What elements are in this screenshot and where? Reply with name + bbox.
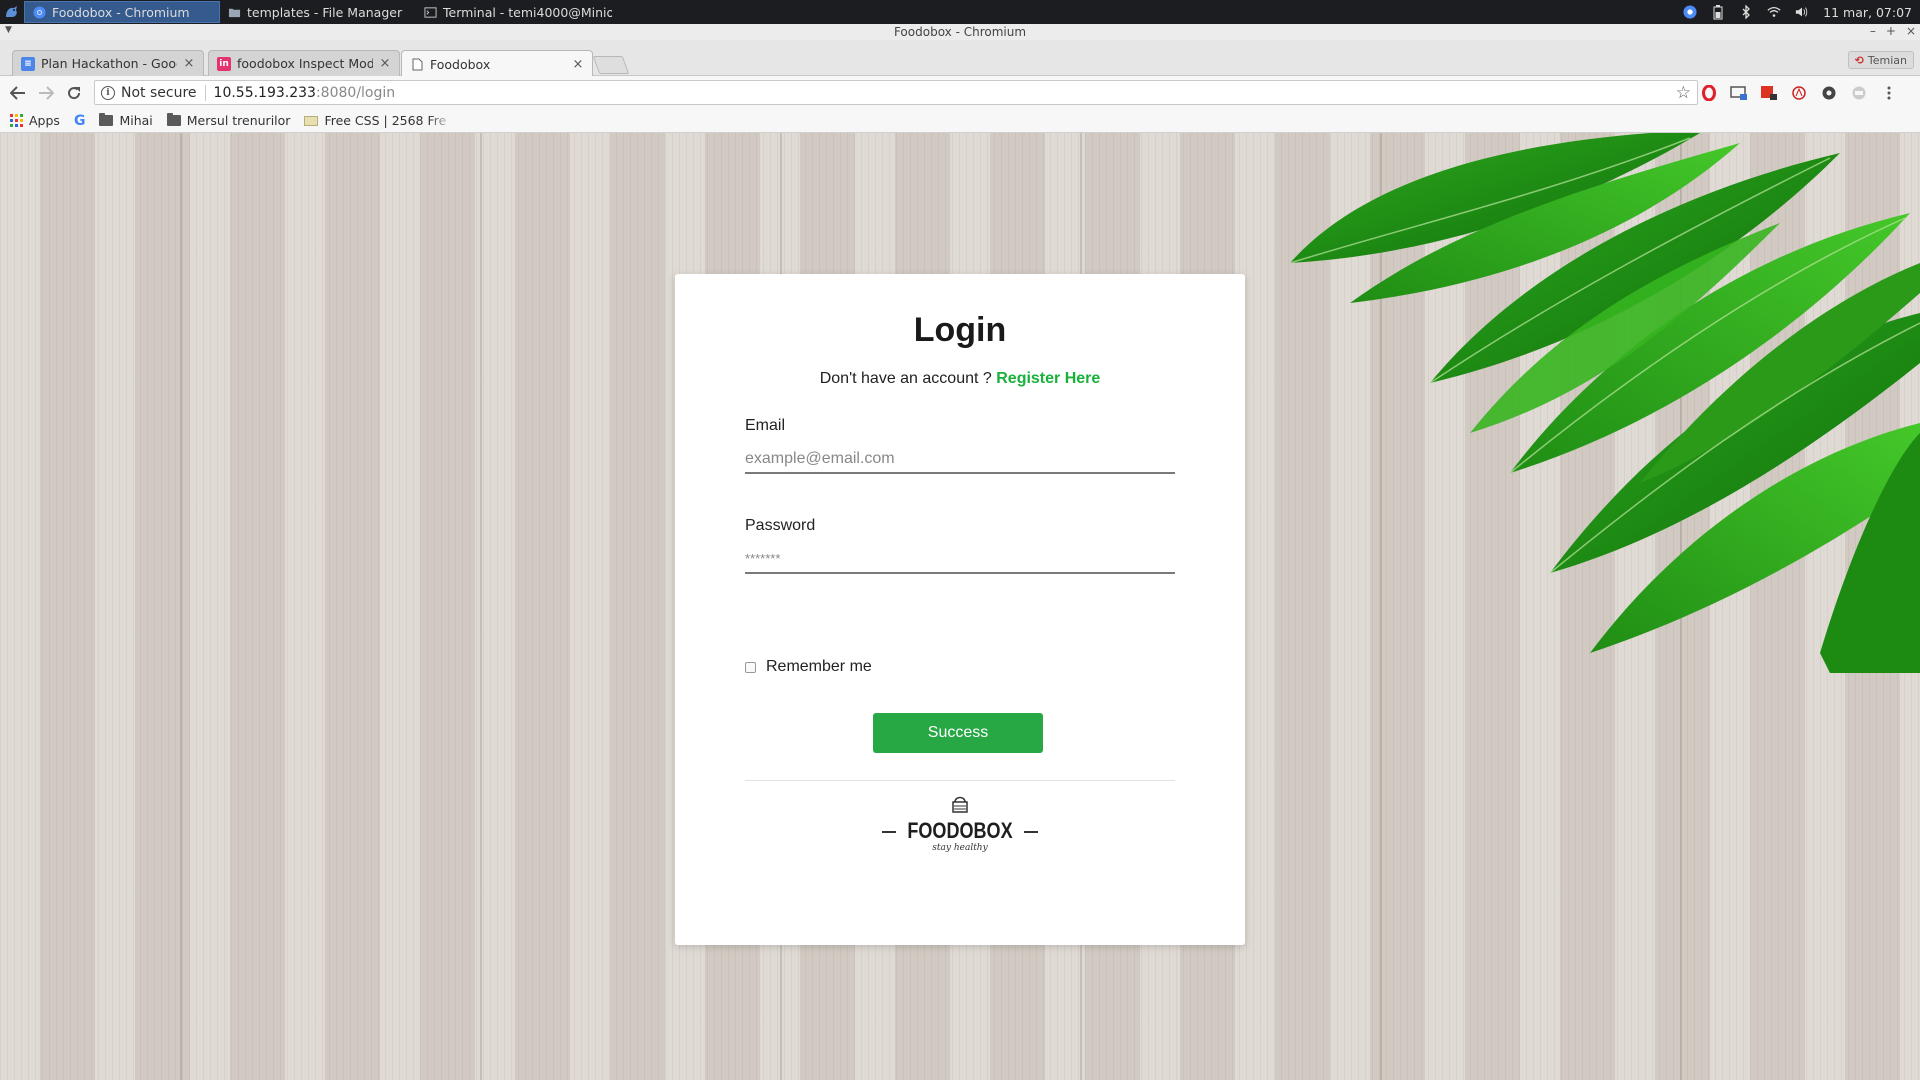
bookmark-label: Mersul trenurilor xyxy=(186,113,291,128)
taskbar-task-chromium[interactable]: Foodobox - Chromium xyxy=(24,1,220,23)
logo-brand: FOODOBOX xyxy=(907,818,1013,843)
bookmark-label: Mihai xyxy=(119,113,153,128)
divider xyxy=(745,780,1175,781)
profile-button[interactable]: ⟲ Temian xyxy=(1847,51,1914,69)
no-account-text: Don't have an account ? xyxy=(819,370,997,387)
close-tab-icon[interactable]: × xyxy=(183,56,195,71)
chromium-icon xyxy=(33,5,46,19)
url-host: 10.55.193.233 xyxy=(213,84,316,101)
password-input[interactable]: ******* xyxy=(745,548,1175,574)
bookmarks-bar: Apps G Mihai Mersul trenurilor Free CSS … xyxy=(0,109,1920,133)
dark-circle-extension-icon[interactable] xyxy=(1820,84,1838,102)
minimize-icon[interactable]: – xyxy=(1870,24,1876,38)
taskbar-task-label: Terminal - temi4000@Minio... xyxy=(443,4,612,20)
os-taskbar: Foodobox - Chromium templates - File Man… xyxy=(0,0,1920,24)
close-window-icon[interactable]: × xyxy=(1906,24,1916,38)
folder-icon xyxy=(99,113,114,126)
tab-strip: ≡ Plan Hackathon - Googl × in foodobox I… xyxy=(0,40,1920,77)
reload-icon xyxy=(68,86,81,99)
profile-icon: ⟲ xyxy=(1854,53,1864,67)
email-label: Email xyxy=(745,417,786,434)
bookmark-star-icon[interactable]: ☆ xyxy=(1676,83,1691,103)
forward-arrow-icon xyxy=(39,85,54,100)
address-bar[interactable]: i Not secure 10.55.193.233:8080/login ☆ xyxy=(94,80,1698,105)
screen-cast-extension-icon[interactable] xyxy=(1730,84,1748,102)
pdf-extension-icon[interactable] xyxy=(1790,84,1808,102)
battery-icon[interactable] xyxy=(1711,4,1725,19)
invision-icon: in xyxy=(217,56,231,71)
remember-me-label[interactable]: Remember me xyxy=(766,658,872,676)
tab-title: Plan Hackathon - Googl xyxy=(41,56,177,71)
tab-title: foodobox Inspect Mode xyxy=(237,56,373,71)
password-field-group: Password ******* xyxy=(745,517,1175,574)
bookmark-folder-mersul-trenurilor[interactable]: Mersul trenurilor xyxy=(166,113,291,128)
chromium-tray-icon[interactable] xyxy=(1683,5,1697,19)
leaves-background-image xyxy=(1289,133,1920,673)
taskbar-task-label: templates - File Manager xyxy=(247,4,403,20)
submit-button[interactable]: Success xyxy=(873,713,1043,753)
email-field-group: Email example@email.com xyxy=(745,417,1175,474)
apps-grid-icon xyxy=(10,114,23,127)
clock[interactable]: 11 mar, 07:07 xyxy=(1823,5,1912,20)
google-icon: G xyxy=(73,112,86,129)
back-button[interactable] xyxy=(4,79,32,107)
maximize-icon[interactable]: + xyxy=(1886,24,1896,38)
register-prompt: Don't have an account ? Register Here xyxy=(675,370,1245,388)
taskbar-task-terminal[interactable]: Terminal - temi4000@Minio... xyxy=(416,1,612,23)
password-label: Password xyxy=(745,517,816,534)
bookmark-folder-mihai[interactable]: Mihai xyxy=(99,113,153,128)
tab-foodobox-inspect[interactable]: in foodobox Inspect Mode × xyxy=(208,50,400,76)
food-box-icon xyxy=(952,796,968,813)
folder-icon xyxy=(228,8,241,17)
back-arrow-icon xyxy=(10,85,25,100)
google-docs-icon: ≡ xyxy=(21,56,35,71)
login-card: Login Don't have an account ? Register H… xyxy=(675,274,1245,945)
terminal-icon xyxy=(424,6,437,18)
profile-name: Temian xyxy=(1867,53,1907,67)
opera-extension-icon[interactable] xyxy=(1700,84,1718,102)
logo-tagline: stay healthy xyxy=(932,843,988,853)
bookmark-google[interactable]: G xyxy=(74,113,86,129)
remember-me-row[interactable]: Remember me xyxy=(745,658,872,676)
forward-button[interactable] xyxy=(32,79,60,107)
xfce-menu-icon[interactable] xyxy=(0,0,24,24)
wifi-icon[interactable] xyxy=(1767,5,1781,19)
page-viewport: Login Don't have an account ? Register H… xyxy=(0,133,1920,1080)
volume-icon[interactable] xyxy=(1795,5,1809,19)
extensions-area xyxy=(1700,80,1898,105)
email-input[interactable]: example@email.com xyxy=(745,448,1175,474)
tab-foodobox[interactable]: Foodobox × xyxy=(401,50,593,77)
taskbar-task-label: Foodobox - Chromium xyxy=(52,4,190,20)
red-extension-icon[interactable] xyxy=(1760,84,1778,102)
security-indicator[interactable]: Not secure xyxy=(121,84,206,101)
info-icon[interactable]: i xyxy=(101,85,115,100)
url-path: :8080/login xyxy=(315,84,396,101)
window-title: Foodobox - Chromium xyxy=(893,25,1027,39)
close-tab-icon[interactable]: × xyxy=(379,56,391,71)
system-tray: 11 mar, 07:07 xyxy=(1683,4,1920,20)
login-title: Login xyxy=(913,311,1007,349)
foodobox-logo: FOODOBOX stay healthy xyxy=(880,794,1040,864)
close-tab-icon[interactable]: × xyxy=(572,57,584,72)
folder-icon xyxy=(166,113,181,126)
bookmark-apps[interactable]: Apps xyxy=(10,113,60,128)
bookmark-free-css[interactable]: Free CSS | 2568 Fre xyxy=(304,113,454,128)
page-icon xyxy=(410,57,424,71)
bookmark-label: Apps xyxy=(29,113,60,128)
gray-extension-icon[interactable] xyxy=(1850,84,1868,102)
window-titlebar: ▼ Foodobox - Chromium – + × xyxy=(0,24,1920,40)
tab-plan-hackathon[interactable]: ≡ Plan Hackathon - Googl × xyxy=(12,50,204,76)
bluetooth-icon[interactable] xyxy=(1739,5,1753,19)
register-link[interactable]: Register Here xyxy=(996,370,1100,387)
reload-button[interactable] xyxy=(60,79,88,107)
new-tab-button[interactable] xyxy=(592,56,630,74)
window-menu-icon[interactable]: ▼ xyxy=(5,25,12,35)
browser-toolbar: i Not secure 10.55.193.233:8080/login ☆ xyxy=(0,76,1920,109)
browser-menu-icon[interactable] xyxy=(1880,84,1898,102)
taskbar-task-file-manager[interactable]: templates - File Manager xyxy=(220,1,416,23)
bookmark-label: Free CSS | 2568 Fre xyxy=(324,113,447,128)
remember-me-checkbox[interactable] xyxy=(745,661,756,673)
tab-title: Foodobox xyxy=(430,56,491,72)
freecss-icon xyxy=(304,115,319,126)
